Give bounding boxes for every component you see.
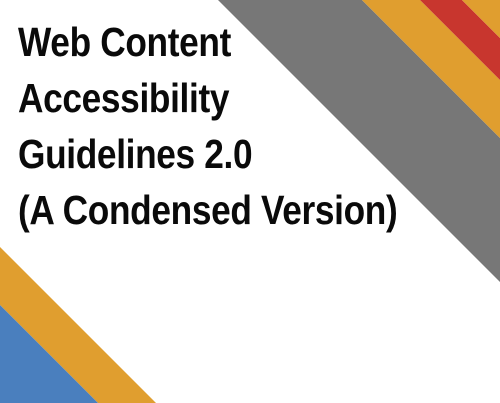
document-cover: Web Content Accessibility Guidelines 2.0… [0, 0, 500, 403]
document-title: Web Content Accessibility Guidelines 2.0… [18, 14, 398, 238]
title-line-4: (A Condensed Version) [18, 187, 398, 233]
title-line-1: Web Content [18, 19, 231, 65]
title-line-3: Guidelines 2.0 [18, 131, 253, 177]
title-line-2: Accessibility [18, 75, 230, 121]
